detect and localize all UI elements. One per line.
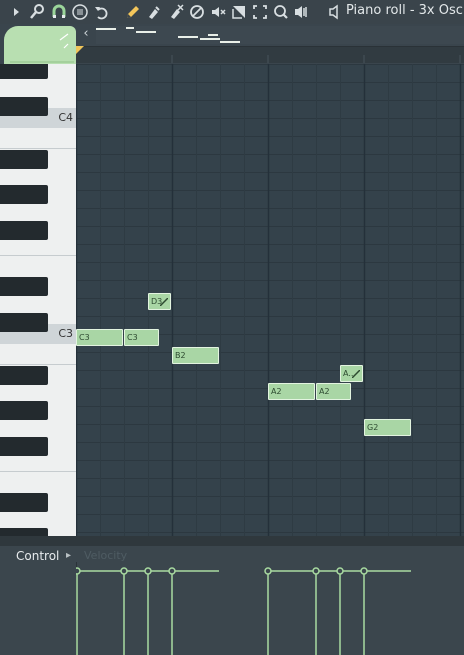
key-divider — [0, 148, 76, 149]
brush-icon[interactable] — [145, 3, 163, 21]
note-grid[interactable]: C3 C3 D3 B2 A2 A2 A... G2 — [76, 64, 464, 536]
play-arrow-icon[interactable] — [8, 3, 26, 21]
black-key[interactable] — [0, 64, 48, 79]
note[interactable]: B2 — [172, 347, 219, 364]
speaker-icon[interactable] — [326, 3, 344, 21]
note[interactable]: A2 — [316, 383, 351, 400]
velocity-handle — [168, 567, 176, 575]
pattern-overview[interactable] — [96, 26, 464, 44]
note[interactable]: A... — [340, 365, 363, 382]
window-title: Piano roll - 3x Osc — [346, 3, 463, 18]
slip-icon[interactable] — [209, 3, 227, 21]
velocity-handle — [144, 567, 152, 575]
undo-icon[interactable] — [92, 3, 110, 21]
black-key[interactable] — [0, 97, 48, 116]
magnet-icon[interactable] — [50, 3, 68, 21]
velocity-handle — [312, 567, 320, 575]
overview-minimap — [96, 27, 240, 43]
black-key[interactable] — [0, 185, 48, 204]
velocity-handle — [264, 567, 272, 575]
snap-tab[interactable] — [4, 26, 76, 64]
wrench-icon[interactable] — [28, 3, 46, 21]
mute-icon[interactable] — [188, 3, 206, 21]
black-key[interactable] — [0, 277, 48, 296]
velocity-handle — [120, 567, 128, 575]
timeline-ticks — [171, 55, 461, 63]
playhead-marker-icon[interactable] — [76, 46, 84, 54]
black-key[interactable] — [0, 401, 48, 420]
note[interactable]: G2 — [364, 419, 411, 436]
piano-roll-toolbar: Piano roll - 3x Osc — [0, 0, 464, 25]
slide-icon — [352, 370, 360, 378]
black-key[interactable] — [0, 493, 48, 512]
velocity-handle — [336, 567, 344, 575]
key-divider — [0, 364, 76, 365]
velocity-handle — [76, 567, 81, 575]
playback-icon[interactable] — [292, 3, 310, 21]
control-label[interactable]: Control — [16, 549, 59, 563]
slide-icon — [160, 298, 168, 306]
velocity-lane[interactable] — [76, 562, 464, 655]
note[interactable]: A2 — [268, 383, 315, 400]
black-key[interactable] — [0, 366, 48, 385]
black-key[interactable] — [0, 313, 48, 332]
timeline-ruler[interactable] — [76, 46, 464, 63]
black-key[interactable] — [0, 221, 48, 240]
key-divider — [0, 255, 76, 256]
black-key[interactable] — [0, 528, 48, 536]
velocity-parameter[interactable]: Velocity — [84, 549, 127, 562]
scroll-left-button[interactable]: ‹ — [78, 26, 94, 42]
grid-lines — [76, 64, 464, 536]
black-key[interactable] — [0, 150, 48, 169]
note[interactable]: C3 — [124, 329, 159, 346]
control-arrow-icon[interactable]: ▸ — [66, 550, 71, 561]
select-icon[interactable] — [251, 3, 269, 21]
velocity-handle — [360, 567, 368, 575]
key-divider — [0, 471, 76, 472]
note-tools-icon — [10, 33, 74, 63]
menu-icon[interactable] — [71, 3, 89, 21]
delete-icon[interactable] — [167, 3, 185, 21]
black-key[interactable] — [0, 437, 48, 456]
piano-keyboard[interactable]: C4 C3 — [0, 64, 78, 536]
pencil-icon[interactable] — [124, 3, 142, 21]
panel-splitter[interactable] — [0, 536, 464, 546]
slice-icon[interactable] — [230, 3, 248, 21]
zoom-icon[interactable] — [272, 3, 290, 21]
note[interactable]: C3 — [76, 329, 123, 346]
note[interactable]: D3 — [148, 293, 171, 310]
